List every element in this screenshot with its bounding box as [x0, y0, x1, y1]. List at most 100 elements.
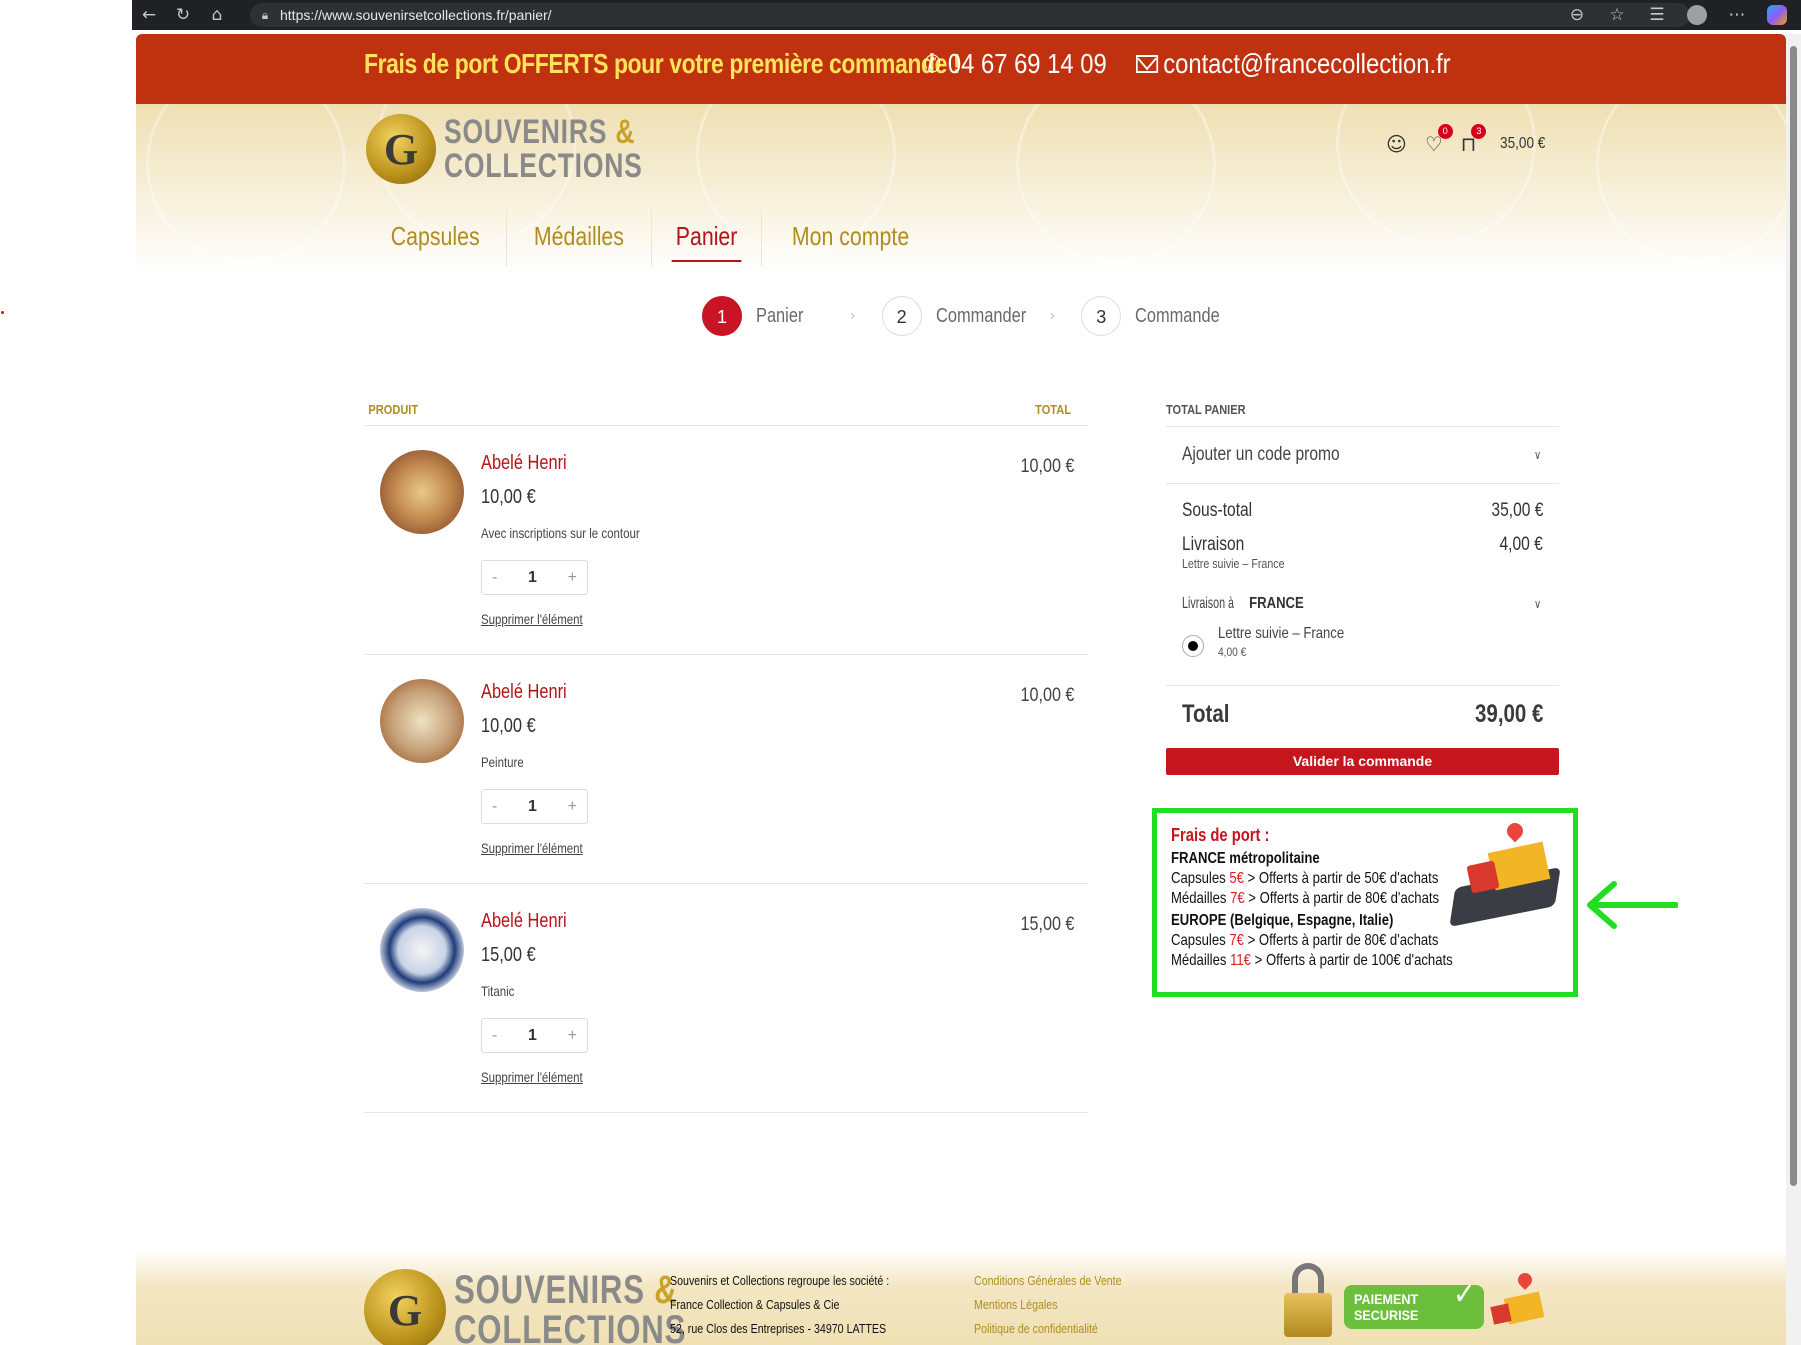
phone-icon: ✆ — [924, 50, 942, 78]
privacy-link[interactable]: Politique de confidentialité — [974, 1317, 1122, 1341]
product-image[interactable] — [380, 450, 464, 534]
product-image[interactable] — [380, 679, 464, 763]
email-address[interactable]: contact@francecollection.fr — [1163, 48, 1450, 80]
nav-capsules[interactable]: Capsules — [377, 216, 494, 256]
shipping-country-toggle[interactable]: Livraison à FRANCE ∨ — [1166, 583, 1559, 625]
more-icon[interactable]: ⋯ — [1719, 0, 1755, 30]
qty-minus-button[interactable]: - — [492, 569, 497, 587]
remove-item-link[interactable]: Supprimer l'élément — [481, 1069, 583, 1085]
cart-totals: TOTAL PANIER Ajouter un code promo ∨ Sou… — [1166, 394, 1559, 775]
wishlist-icon[interactable]: ♡ 0 — [1425, 124, 1453, 156]
phone-link[interactable]: ✆ 04 67 69 14 09 — [924, 48, 1107, 80]
product-name[interactable]: Abelé Henri — [481, 452, 567, 475]
step-commande[interactable]: 3 Commande — [1081, 296, 1225, 336]
cart-total[interactable]: 35,00 € — [1500, 135, 1545, 153]
shipping-option-price: 4,00 € — [1218, 645, 1247, 659]
shipping-country-label[interactable]: Livraison à FRANCE — [1182, 595, 1304, 613]
table-row: Abelé Henri 10,00 € Peinture - 1 + Suppr… — [364, 655, 1088, 884]
copilot-icon[interactable] — [1759, 0, 1795, 30]
address-bar[interactable]: 🔒︎ https://www.souvenirsetcollections.fr… — [250, 3, 1690, 27]
shipping-radio[interactable] — [1182, 635, 1204, 657]
cart-icon[interactable]: ⊓ 3 — [1461, 124, 1487, 156]
page-scrollbar[interactable] — [1786, 34, 1801, 1345]
back-icon[interactable]: ← — [132, 0, 166, 30]
scrollbar-thumb[interactable] — [1790, 46, 1797, 1186]
quantity-stepper[interactable]: - 1 + — [481, 1018, 588, 1053]
site-header: G SOUVENIRS & COLLECTIONS ☺ ♡ 0 ⊓ 3 35,00 … — [136, 104, 1786, 274]
logo-wordmark: SOUVENIRS & COLLECTIONS — [454, 1268, 687, 1345]
step-panier[interactable]: 1 Panier — [702, 296, 846, 336]
nav-mon-compte[interactable]: Mon compte — [778, 216, 923, 256]
quantity-stepper[interactable]: - 1 + — [481, 560, 588, 595]
promo-code-label[interactable]: Ajouter un code promo — [1182, 444, 1340, 466]
quantity-stepper[interactable]: - 1 + — [481, 789, 588, 824]
site-logo[interactable]: G SOUVENIRS & COLLECTIONS — [366, 114, 699, 184]
cart-badge: 3 — [1471, 124, 1487, 139]
browser-window: ← ↻ ⌂ 🔒︎ https://www.souvenirsetcollecti… — [132, 0, 1801, 1345]
phone-number[interactable]: 04 67 69 14 09 — [948, 48, 1107, 80]
account-icon[interactable]: ☺ — [1386, 132, 1407, 156]
legal-link[interactable]: Mentions Légales — [974, 1293, 1122, 1317]
cgv-link[interactable]: Conditions Générales de Vente — [974, 1269, 1122, 1293]
subtotal-row: Sous-total 35,00 € — [1166, 500, 1559, 522]
reader-icon[interactable]: ⊖ — [1559, 0, 1595, 30]
promo-code-toggle[interactable]: Ajouter un code promo ∨ — [1166, 427, 1559, 484]
email-link[interactable]: contact@francecollection.fr — [1136, 48, 1451, 80]
product-name[interactable]: Abelé Henri — [481, 910, 567, 933]
qty-value[interactable]: 1 — [528, 1027, 537, 1045]
nav-panier[interactable]: Panier — [662, 216, 752, 262]
url-text[interactable]: https://www.souvenirsetcollections.fr/pa… — [280, 7, 552, 23]
header-actions: ☺ ♡ 0 ⊓ 3 35,00 € — [1386, 124, 1554, 156]
bg-decoration — [1336, 104, 1536, 244]
line-total: 10,00 € — [1020, 685, 1074, 706]
delivery-truck-icon — [1449, 819, 1561, 927]
promo-text: Frais de port OFFERTS pour votre premièr… — [364, 48, 961, 79]
france-title: FRANCE métropolitaine — [1171, 850, 1320, 867]
profile-icon[interactable] — [1679, 0, 1715, 30]
web-page: Frais de port OFFERTS pour votre premièr… — [136, 34, 1786, 1345]
main-nav: Capsules Médailles Panier Mon compte — [364, 210, 939, 266]
product-name[interactable]: Abelé Henri — [481, 681, 567, 704]
shipping-method: Lettre suivie – France — [1182, 556, 1285, 571]
favorites-icon[interactable]: ☰ — [1639, 0, 1675, 30]
padlock-icon — [1284, 1263, 1332, 1337]
check-icon: ✓ — [1452, 1277, 1476, 1312]
col-product: PRODUIT — [368, 402, 419, 417]
step-commander[interactable]: 2 Commander — [881, 296, 1046, 336]
bg-decoration — [1596, 104, 1786, 264]
subtotal-value: 35,00 € — [1491, 500, 1543, 521]
chevron-down-icon[interactable]: ∨ — [1534, 448, 1541, 462]
qty-plus-button[interactable]: + — [568, 1027, 577, 1045]
secure-payment-badge: PAIEMENT SECURISE ✓ — [1344, 1277, 1484, 1329]
qty-plus-button[interactable]: + — [568, 798, 577, 816]
europe-capsules-rate: Capsules 7€ > Offerts à partir de 80€ d'… — [1171, 932, 1439, 949]
qty-value[interactable]: 1 — [528, 569, 537, 587]
remove-item-link[interactable]: Supprimer l'élément — [481, 611, 583, 627]
lock-icon[interactable]: 🔒︎ — [250, 8, 280, 23]
chevron-right-icon: › — [1049, 308, 1056, 324]
qty-minus-button[interactable]: - — [492, 798, 497, 816]
site-footer: G SOUVENIRS & COLLECTIONS Souvenirs et C… — [136, 1249, 1786, 1345]
star-icon[interactable]: ☆ — [1599, 0, 1635, 30]
remove-item-link[interactable]: Supprimer l'élément — [481, 840, 583, 856]
arrow-left-icon — [1587, 881, 1678, 929]
france-capsules-rate: Capsules 5€ > Offerts à partir de 50€ d'… — [1171, 870, 1439, 887]
home-icon[interactable]: ⌂ — [200, 0, 234, 30]
qty-plus-button[interactable]: + — [568, 569, 577, 587]
total-value: 39,00 € — [1474, 699, 1543, 728]
product-price: 10,00 € — [481, 715, 536, 737]
shipping-row: Livraison 4,00 € — [1166, 534, 1559, 556]
chevron-down-icon[interactable]: ∨ — [1534, 597, 1541, 611]
checkout-button[interactable]: Valider la commande — [1166, 748, 1559, 775]
reload-icon[interactable]: ↻ — [166, 0, 200, 30]
product-variant: Peinture — [481, 754, 524, 770]
nav-medailles[interactable]: Médailles — [520, 216, 638, 256]
shipping-value: 4,00 € — [1499, 534, 1543, 555]
product-variant: Titanic — [481, 983, 515, 999]
product-image[interactable] — [380, 908, 464, 992]
shipping-option-label[interactable]: Lettre suivie – France — [1218, 625, 1344, 643]
shipping-option[interactable]: Lettre suivie – France 4,00 € — [1166, 625, 1559, 685]
mail-icon — [1136, 55, 1159, 73]
qty-minus-button[interactable]: - — [492, 1027, 497, 1045]
qty-value[interactable]: 1 — [528, 798, 537, 816]
